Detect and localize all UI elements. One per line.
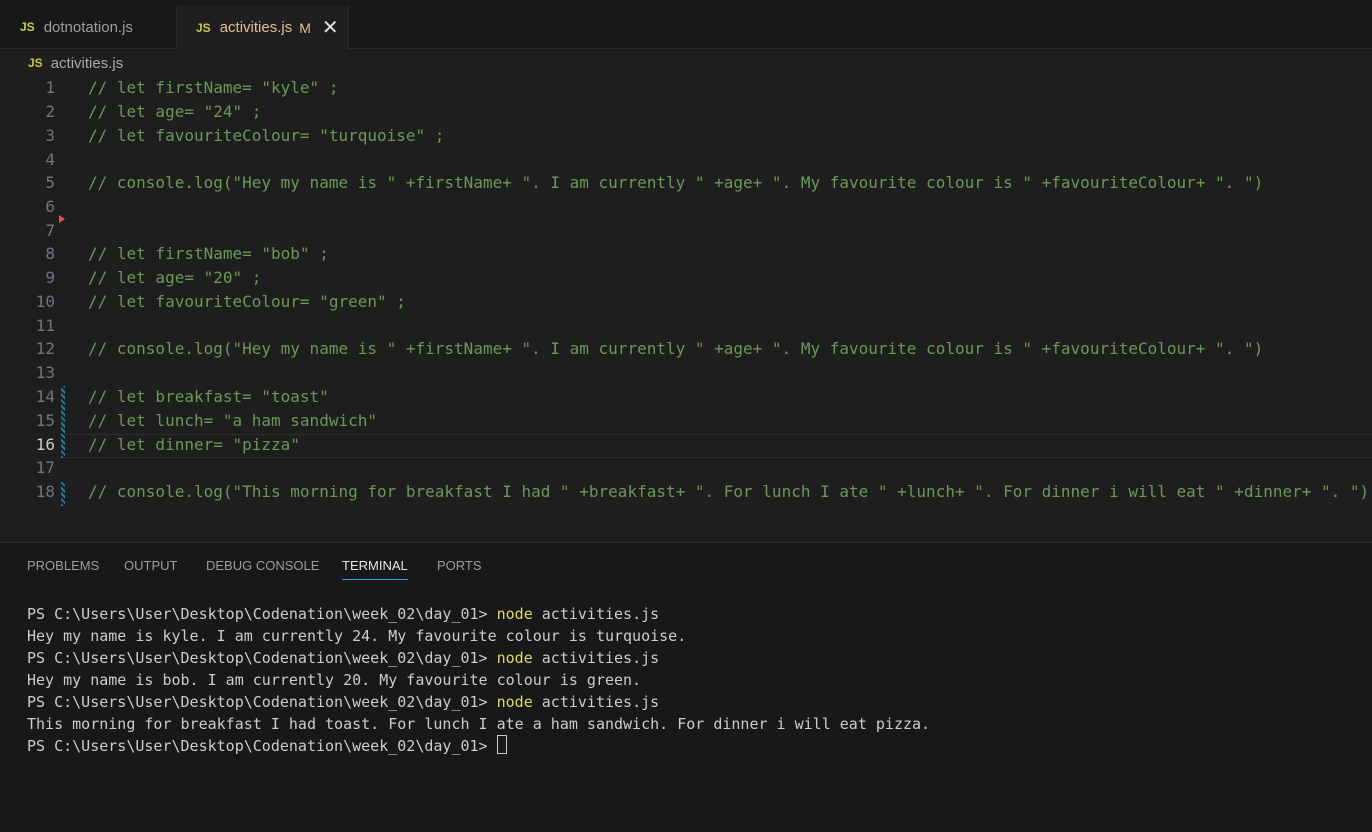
terminal-prompt-line: PS C:\Users\User\Desktop\Codenation\week…	[27, 735, 930, 757]
code-line[interactable]: 11	[0, 314, 1372, 338]
line-number: 14	[35, 387, 55, 406]
code-text[interactable]: // let favouriteColour= "green" ;	[88, 290, 406, 314]
terminal-prompt-line: PS C:\Users\User\Desktop\Codenation\week…	[27, 603, 930, 625]
line-number: 2	[45, 102, 55, 121]
terminal-argument: activities.js	[532, 649, 660, 667]
code-line[interactable]: 1 // let firstName= "kyle" ;	[0, 76, 1372, 100]
code-text[interactable]: // console.log("This morning for breakfa…	[88, 480, 1369, 504]
tab-terminal[interactable]: TERMINAL	[342, 558, 408, 580]
terminal-output-line: Hey my name is kyle. I am currently 24. …	[27, 627, 687, 645]
code-text[interactable]: // let dinner= "pizza"	[88, 433, 300, 457]
terminal-prompt: PS C:\Users\User\Desktop\Codenation\week…	[27, 693, 497, 711]
line-number: 6	[45, 197, 55, 216]
terminal-output[interactable]: PS C:\Users\User\Desktop\Codenation\week…	[27, 603, 930, 757]
line-number: 5	[45, 173, 55, 192]
modified-badge: M	[299, 19, 311, 36]
close-icon[interactable]: ✕	[322, 18, 339, 38]
line-number: 13	[35, 363, 55, 382]
code-line[interactable]: 3 // let favouriteColour= "turquoise" ;	[0, 124, 1372, 148]
terminal-output-line: Hey my name is bob. I am currently 20. M…	[27, 671, 642, 689]
line-number: 8	[45, 244, 55, 263]
code-text[interactable]: // let firstName= "bob" ;	[88, 242, 329, 266]
line-number: 17	[35, 458, 55, 477]
terminal-argument: activities.js	[532, 693, 660, 711]
code-text[interactable]: // let breakfast= "toast"	[88, 385, 329, 409]
terminal-prompt: PS C:\Users\User\Desktop\Codenation\week…	[27, 737, 497, 755]
tab-label: activities.js	[219, 19, 293, 36]
code-line[interactable]: 18 // console.log("This morning for break…	[0, 480, 1372, 504]
line-number: 18	[35, 482, 55, 501]
code-line[interactable]: 5 // console.log("Hey my name is " +first…	[0, 171, 1372, 195]
tab-ports[interactable]: PORTS	[437, 558, 482, 573]
line-number: 16	[35, 435, 55, 454]
breadcrumb-file[interactable]: activities.js	[51, 55, 124, 72]
code-text[interactable]: // let favouriteColour= "turquoise" ;	[88, 124, 444, 148]
line-number: 3	[45, 126, 55, 145]
line-number: 10	[35, 292, 55, 311]
code-line[interactable]: 16 // let dinner= "pizza"	[0, 433, 1372, 457]
line-number: 11	[35, 316, 55, 335]
tab-label: dotnotation.js	[43, 18, 133, 36]
terminal-command: node	[496, 693, 533, 711]
terminal-prompt-line: PS C:\Users\User\Desktop\Codenation\week…	[27, 647, 930, 669]
tab-activities[interactable]: JS activities.js M ✕	[177, 6, 349, 49]
code-line[interactable]: 17	[0, 456, 1372, 480]
terminal-command: node	[496, 649, 533, 667]
code-line[interactable]: 7	[0, 219, 1372, 243]
js-file-icon: JS	[196, 20, 211, 35]
terminal-cursor[interactable]	[496, 735, 507, 754]
code-text[interactable]: // console.log("Hey my name is " +firstN…	[88, 337, 1263, 361]
js-file-icon: JS	[28, 56, 43, 70]
terminal-prompt: PS C:\Users\User\Desktop\Codenation\week…	[27, 649, 497, 667]
editor-tab-bar: JS dotnotation.js JS activities.js M ✕	[0, 6, 1372, 49]
terminal-output-line: This morning for breakfast I had toast. …	[27, 715, 931, 733]
tab-output[interactable]: OUTPUT	[124, 558, 177, 573]
code-line[interactable]: 12 // console.log("Hey my name is " +firs…	[0, 337, 1372, 361]
code-text[interactable]: // let age= "20" ;	[88, 266, 261, 290]
code-text[interactable]: // console.log("Hey my name is " +firstN…	[88, 171, 1263, 195]
code-line[interactable]: 8 // let firstName= "bob" ;	[0, 242, 1372, 266]
code-line[interactable]: 4	[0, 148, 1372, 172]
terminal-argument: activities.js	[532, 605, 660, 623]
js-file-icon: JS	[20, 20, 35, 34]
line-number: 12	[35, 339, 55, 358]
code-text[interactable]: // let lunch= "a ham sandwich"	[88, 409, 377, 433]
code-line[interactable]: 9 // let age= "20" ;	[0, 266, 1372, 290]
bottom-panel: PROBLEMS OUTPUT DEBUG CONSOLE TERMINAL PORTS…	[0, 542, 1372, 832]
breadcrumb[interactable]: JS activities.js	[28, 54, 123, 72]
code-line[interactable]: 13	[0, 361, 1372, 385]
terminal-command: node	[496, 605, 533, 623]
line-number: 4	[45, 150, 55, 169]
panel-tabs: PROBLEMS OUTPUT DEBUG CONSOLE TERMINAL PORTS	[0, 543, 1372, 583]
tab-dotnotation[interactable]: JS dotnotation.js	[0, 6, 177, 48]
line-number: 15	[35, 411, 55, 430]
line-number: 1	[45, 78, 55, 97]
code-editor[interactable]: 1 // let firstName= "kyle" ; 2 // let age= …	[0, 76, 1372, 516]
code-line[interactable]: 14 // let breakfast= "toast"	[0, 385, 1372, 409]
code-line[interactable]: 6	[0, 195, 1372, 219]
tab-debug-console[interactable]: DEBUG CONSOLE	[206, 558, 319, 573]
code-text[interactable]: // let age= "24" ;	[88, 100, 261, 124]
code-line[interactable]: 2 // let age= "24" ;	[0, 100, 1372, 124]
line-number: 7	[45, 221, 55, 240]
terminal-prompt: PS C:\Users\User\Desktop\Codenation\week…	[27, 605, 497, 623]
line-number: 9	[45, 268, 55, 287]
code-line[interactable]: 10 // let favouriteColour= "green" ;	[0, 290, 1372, 314]
code-text[interactable]: // let firstName= "kyle" ;	[88, 76, 338, 100]
code-line[interactable]: 15 // let lunch= "a ham sandwich"	[0, 409, 1372, 433]
terminal-prompt-line: PS C:\Users\User\Desktop\Codenation\week…	[27, 691, 930, 713]
tab-problems[interactable]: PROBLEMS	[27, 558, 99, 573]
